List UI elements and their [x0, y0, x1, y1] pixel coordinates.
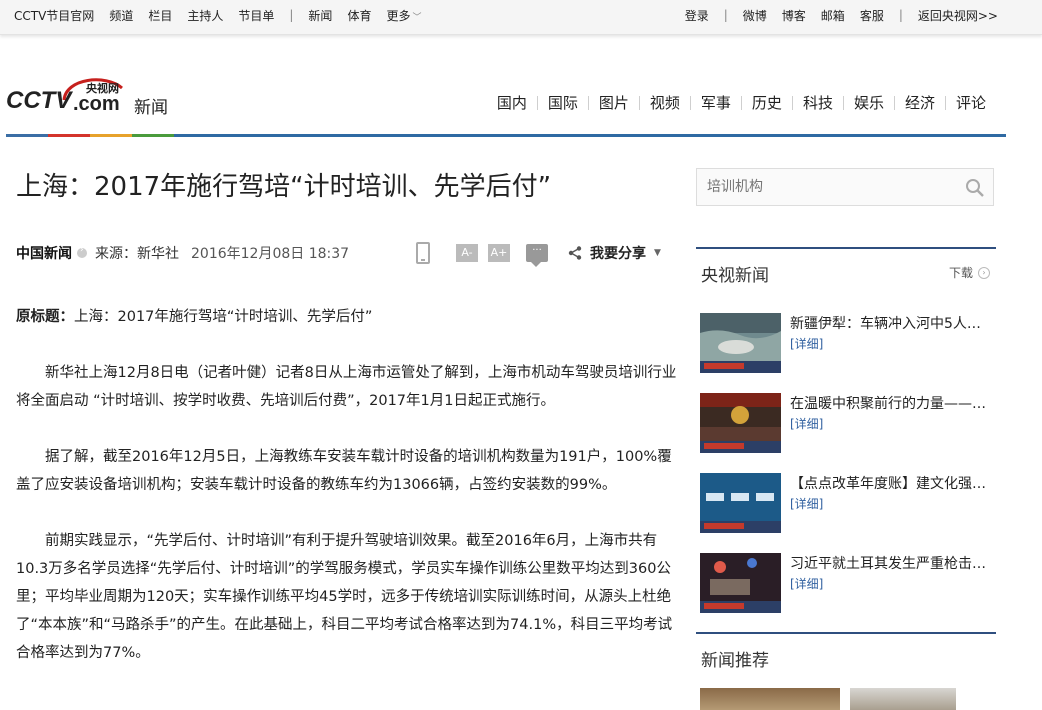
- panel-title: 央视新闻: [701, 266, 769, 286]
- topbar-link-sports[interactable]: 体育: [347, 7, 371, 24]
- arrow-right-icon: [77, 245, 87, 258]
- detail-link[interactable]: [详细]: [790, 495, 823, 512]
- topbar-link-channels[interactable]: 频道: [109, 7, 133, 24]
- article-tools: A- A+ ··· 我要分享 ▼: [416, 241, 661, 267]
- login-link[interactable]: 登录: [685, 7, 709, 24]
- header-divider: [6, 134, 1006, 137]
- blog-link[interactable]: 博客: [782, 7, 806, 24]
- svg-text:.com: .com: [73, 93, 120, 115]
- article-title: 上海：2017年施行驾培“计时培训、先学后付”: [16, 172, 552, 202]
- original-title-line: 原标题：上海：2017年施行驾培“计时培训、先学后付”: [16, 303, 678, 331]
- search-box: [696, 168, 994, 206]
- topbar-more-label: 更多: [386, 8, 411, 23]
- article-body: 原标题：上海：2017年施行驾培“计时培训、先学后付” 新华社上海12月8日电（…: [16, 303, 678, 695]
- top-bar-right: 登录 | 微博 博客 邮箱 客服 | 返回央视网>>: [670, 0, 998, 30]
- nav-item-photos[interactable]: 图片: [587, 96, 639, 111]
- nav-item-domestic[interactable]: 国内: [487, 96, 537, 111]
- search-icon[interactable]: [965, 178, 985, 198]
- article-date: 2016年12月08日 18:37: [191, 246, 350, 262]
- nav-item-opinion[interactable]: 评论: [944, 96, 996, 111]
- original-title-text: 上海：2017年施行驾培“计时培训、先学后付”: [74, 309, 373, 325]
- chevron-down-icon: ﹀: [412, 12, 422, 23]
- caret-down-icon: ▼: [654, 248, 661, 258]
- original-title-label: 原标题：: [16, 309, 74, 325]
- top-bar: CCTV节目官网 频道 栏目 主持人 节目单 | 新闻 体育 更多 ﹀ 登录 | …: [0, 0, 1042, 35]
- article-paragraph: 据了解，截至2016年12月5日，上海教练车安装车载计时设备的培训机构数量为19…: [16, 449, 672, 493]
- font-increase-button[interactable]: A+: [488, 244, 510, 262]
- download-link[interactable]: 下载 ›: [949, 264, 990, 281]
- nav-item-history[interactable]: 历史: [740, 96, 792, 111]
- article-source: 来源：新华社: [95, 246, 179, 262]
- top-bar-left: CCTV节目官网 频道 栏目 主持人 节目单 | 新闻 体育 更多 ﹀: [14, 0, 436, 30]
- logo-section-text: 新闻: [134, 98, 168, 118]
- recommend-thumbnail[interactable]: [850, 688, 956, 710]
- logo-brand-text: 央视网: [86, 82, 119, 95]
- arrow-right-icon: ›: [978, 266, 990, 279]
- search-input[interactable]: [697, 169, 957, 205]
- list-item: 在温暖中积聚前行的力量——… [详细]: [700, 393, 995, 453]
- article-paragraph: 新华社上海12月8日电（记者叶健）记者8日从上海市运管处了解到，上海市机动车驾驶…: [16, 365, 677, 409]
- news-thumbnail[interactable]: [700, 313, 781, 373]
- nav-item-entertainment[interactable]: 娱乐: [842, 96, 894, 111]
- news-thumbnail[interactable]: [700, 393, 781, 453]
- news-headline[interactable]: 在温暖中积聚前行的力量——…: [790, 393, 990, 413]
- share-label: 我要分享: [590, 246, 646, 262]
- weibo-link[interactable]: 微博: [743, 7, 767, 24]
- share-icon: [568, 246, 582, 260]
- cctv-news-logo[interactable]: CCTV .com 央视网 新闻: [6, 76, 176, 118]
- news-headline[interactable]: 【点点改革年度账】建文化强…: [790, 473, 990, 493]
- topbar-divider: |: [289, 8, 294, 22]
- mobile-phone-icon[interactable]: [416, 242, 430, 264]
- download-label: 下载: [948, 266, 973, 280]
- topbar-more-menu[interactable]: 更多 ﹀: [386, 7, 421, 24]
- service-link[interactable]: 客服: [860, 7, 884, 24]
- nav-item-international[interactable]: 国际: [536, 96, 588, 111]
- nav-item-military[interactable]: 军事: [689, 96, 741, 111]
- nav-item-tech[interactable]: 科技: [791, 96, 843, 111]
- news-thumbnail[interactable]: [700, 473, 781, 533]
- font-decrease-button[interactable]: A-: [456, 244, 478, 262]
- topbar-link-news[interactable]: 新闻: [308, 7, 332, 24]
- topbar-divider: |: [898, 8, 903, 22]
- cctv-news-panel-header: 央视新闻 下载 ›: [696, 247, 996, 287]
- news-thumbnail[interactable]: [700, 553, 781, 613]
- main-nav: 国内 国际 图片 视频 军事 历史 科技 娱乐 经济 评论: [487, 92, 996, 114]
- topbar-link-schedule[interactable]: 节目单: [238, 7, 274, 24]
- svg-text:CCTV: CCTV: [6, 87, 73, 114]
- detail-link[interactable]: [详细]: [790, 335, 823, 352]
- recommend-thumbnail[interactable]: [700, 688, 840, 710]
- list-item: 新疆伊犁：车辆冲入河中5人… [详细]: [700, 313, 995, 373]
- article-paragraph: 前期实践显示，“先学后付、计时培训”有利于提升驾驶培训效果。截至2016年6月，…: [16, 533, 673, 661]
- nav-item-video[interactable]: 视频: [638, 96, 690, 111]
- back-to-cctv-link[interactable]: 返回央视网>>: [918, 7, 998, 24]
- topbar-divider: |: [723, 8, 728, 22]
- detail-link[interactable]: [详细]: [790, 575, 823, 592]
- nav-item-economy[interactable]: 经济: [893, 96, 945, 111]
- list-item: 习近平就土耳其发生严重枪击… [详细]: [700, 553, 995, 613]
- topbar-link-cctv-programs[interactable]: CCTV节目官网: [14, 7, 94, 24]
- news-headline[interactable]: 新疆伊犁：车辆冲入河中5人…: [790, 313, 990, 333]
- list-item: 【点点改革年度账】建文化强… [详细]: [700, 473, 995, 533]
- mail-link[interactable]: 邮箱: [821, 7, 845, 24]
- topbar-link-columns[interactable]: 栏目: [148, 7, 172, 24]
- share-button[interactable]: 我要分享 ▼: [568, 243, 661, 263]
- topbar-link-hosts[interactable]: 主持人: [187, 7, 223, 24]
- news-headline[interactable]: 习近平就土耳其发生严重枪击…: [790, 553, 990, 573]
- column-link[interactable]: 中国新闻: [16, 243, 72, 263]
- comment-icon[interactable]: ···: [526, 244, 548, 267]
- recommend-panel-header: 新闻推荐: [696, 632, 996, 672]
- detail-link[interactable]: [详细]: [790, 415, 823, 432]
- panel-title: 新闻推荐: [701, 651, 769, 671]
